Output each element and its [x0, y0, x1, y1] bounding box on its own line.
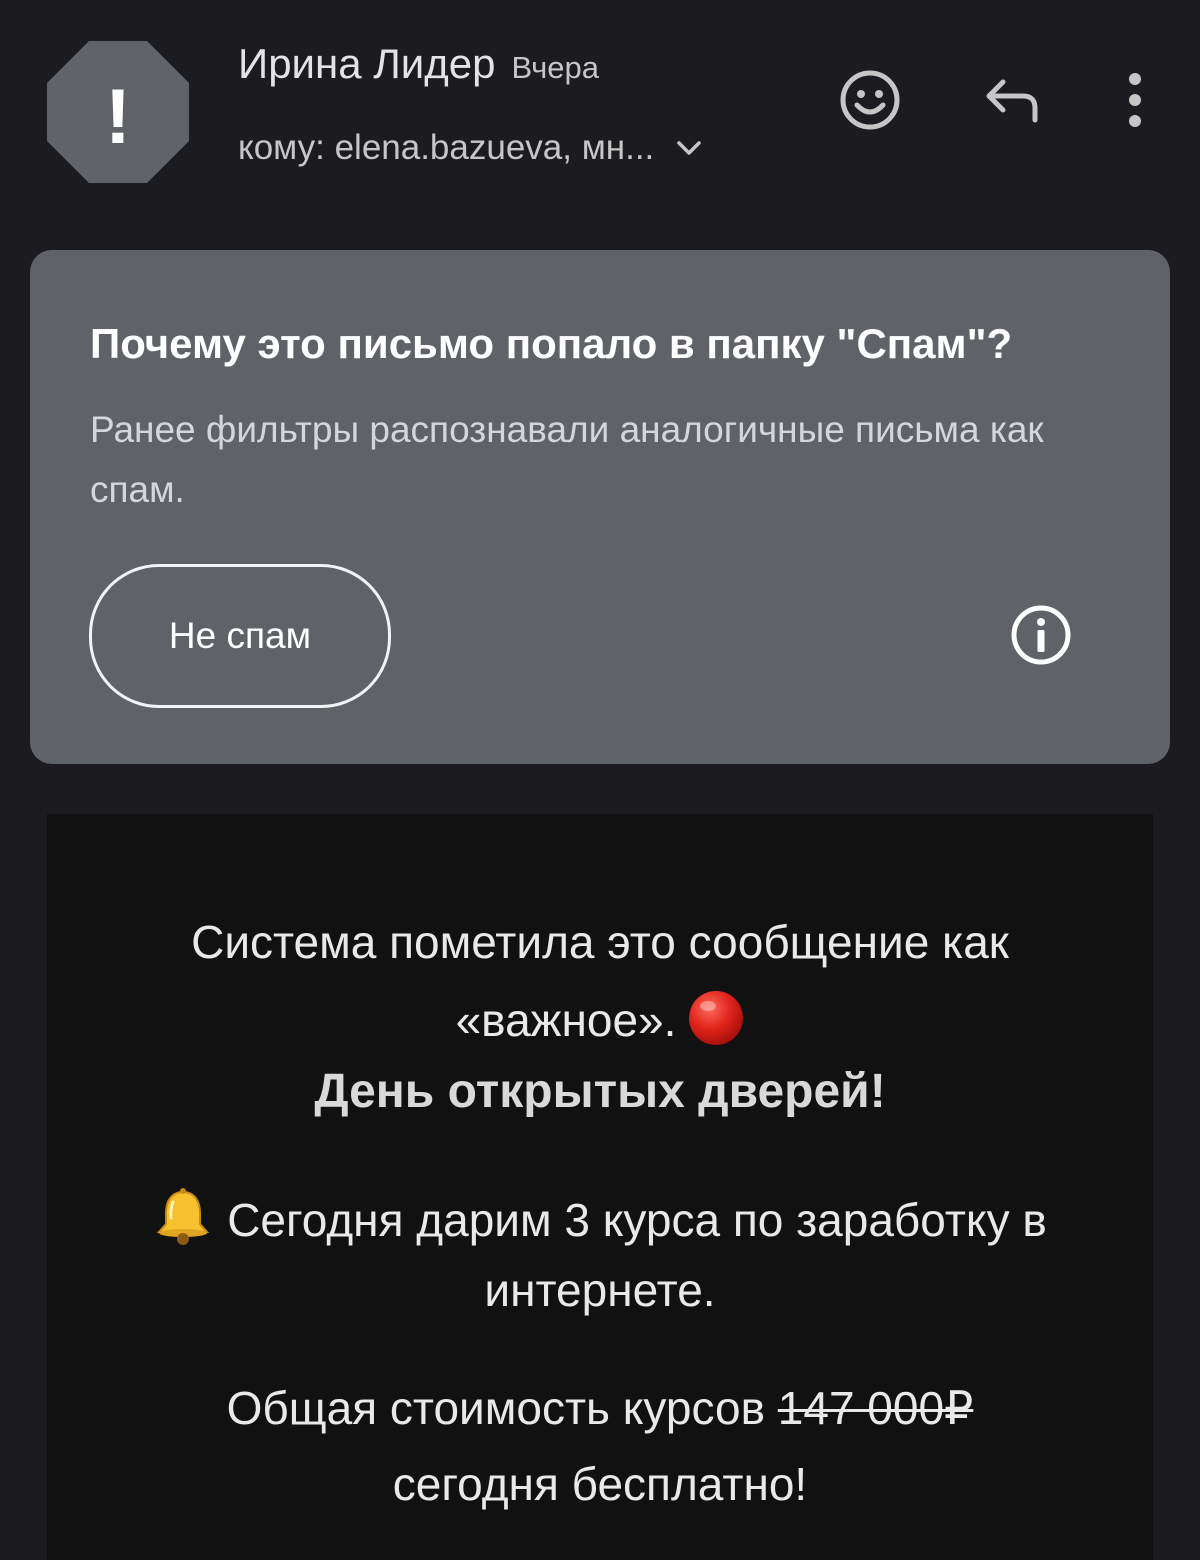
email-view: ! Ирина Лидер Вчера кому: elena.bazueva,…	[0, 0, 1200, 1560]
offer-line-1: Сегодня дарим 3 курса по заработку в	[47, 1186, 1153, 1248]
message-date: Вчера	[511, 50, 600, 85]
offer-line-2: интернете.	[484, 1264, 716, 1316]
recipients-toggle[interactable]: кому: elena.bazueva, мн...	[238, 124, 704, 172]
reply-icon	[986, 79, 1038, 123]
body-line-2: «важное».	[47, 990, 1153, 1048]
add-reaction-button[interactable]	[836, 66, 904, 134]
body-line-2-text: «важное».	[455, 994, 677, 1046]
chevron-down-icon	[674, 133, 704, 163]
spam-notice-description: Ранее фильтры распознавали аналогичные п…	[90, 409, 1044, 510]
recipients-text: кому: elena.bazueva, мн...	[238, 128, 655, 167]
info-icon	[1011, 605, 1071, 665]
more-vert-icon	[1129, 73, 1141, 127]
body-line-1: Система пометила это сообщение как	[191, 916, 1009, 968]
email-body: Система пометила это сообщение как «важн…	[47, 814, 1153, 1560]
email-headline: День открытых дверей!	[314, 1065, 886, 1118]
red-circle-icon	[688, 990, 744, 1046]
price-suffix: сегодня бесплатно!	[392, 1458, 808, 1510]
reply-button[interactable]	[978, 68, 1046, 132]
spam-warning-octagon-icon: !	[47, 41, 189, 183]
avatar-symbol: !	[105, 72, 131, 160]
sender-line: Ирина Лидер Вчера	[238, 40, 599, 100]
add-reaction-icon	[840, 70, 900, 130]
spam-notice-title: Почему это письмо попало в папку "Спам"?	[90, 320, 1013, 367]
sender-name[interactable]: Ирина Лидер	[238, 40, 495, 88]
more-options-button[interactable]	[1110, 66, 1160, 134]
price-line: Общая стоимость курсов 147 000₽	[47, 1380, 1153, 1436]
not-spam-button[interactable]: Не спам	[89, 564, 391, 708]
spam-notice-card: Почему это письмо попало в папку "Спам"?…	[30, 250, 1170, 764]
bell-icon	[153, 1186, 213, 1246]
sender-avatar[interactable]: !	[47, 41, 189, 183]
offer-line-1-text: Сегодня дарим 3 курса по заработку в	[227, 1194, 1047, 1246]
old-price: 147 000₽	[777, 1382, 974, 1434]
info-button[interactable]	[1010, 604, 1072, 666]
price-prefix: Общая стоимость курсов	[226, 1382, 778, 1434]
